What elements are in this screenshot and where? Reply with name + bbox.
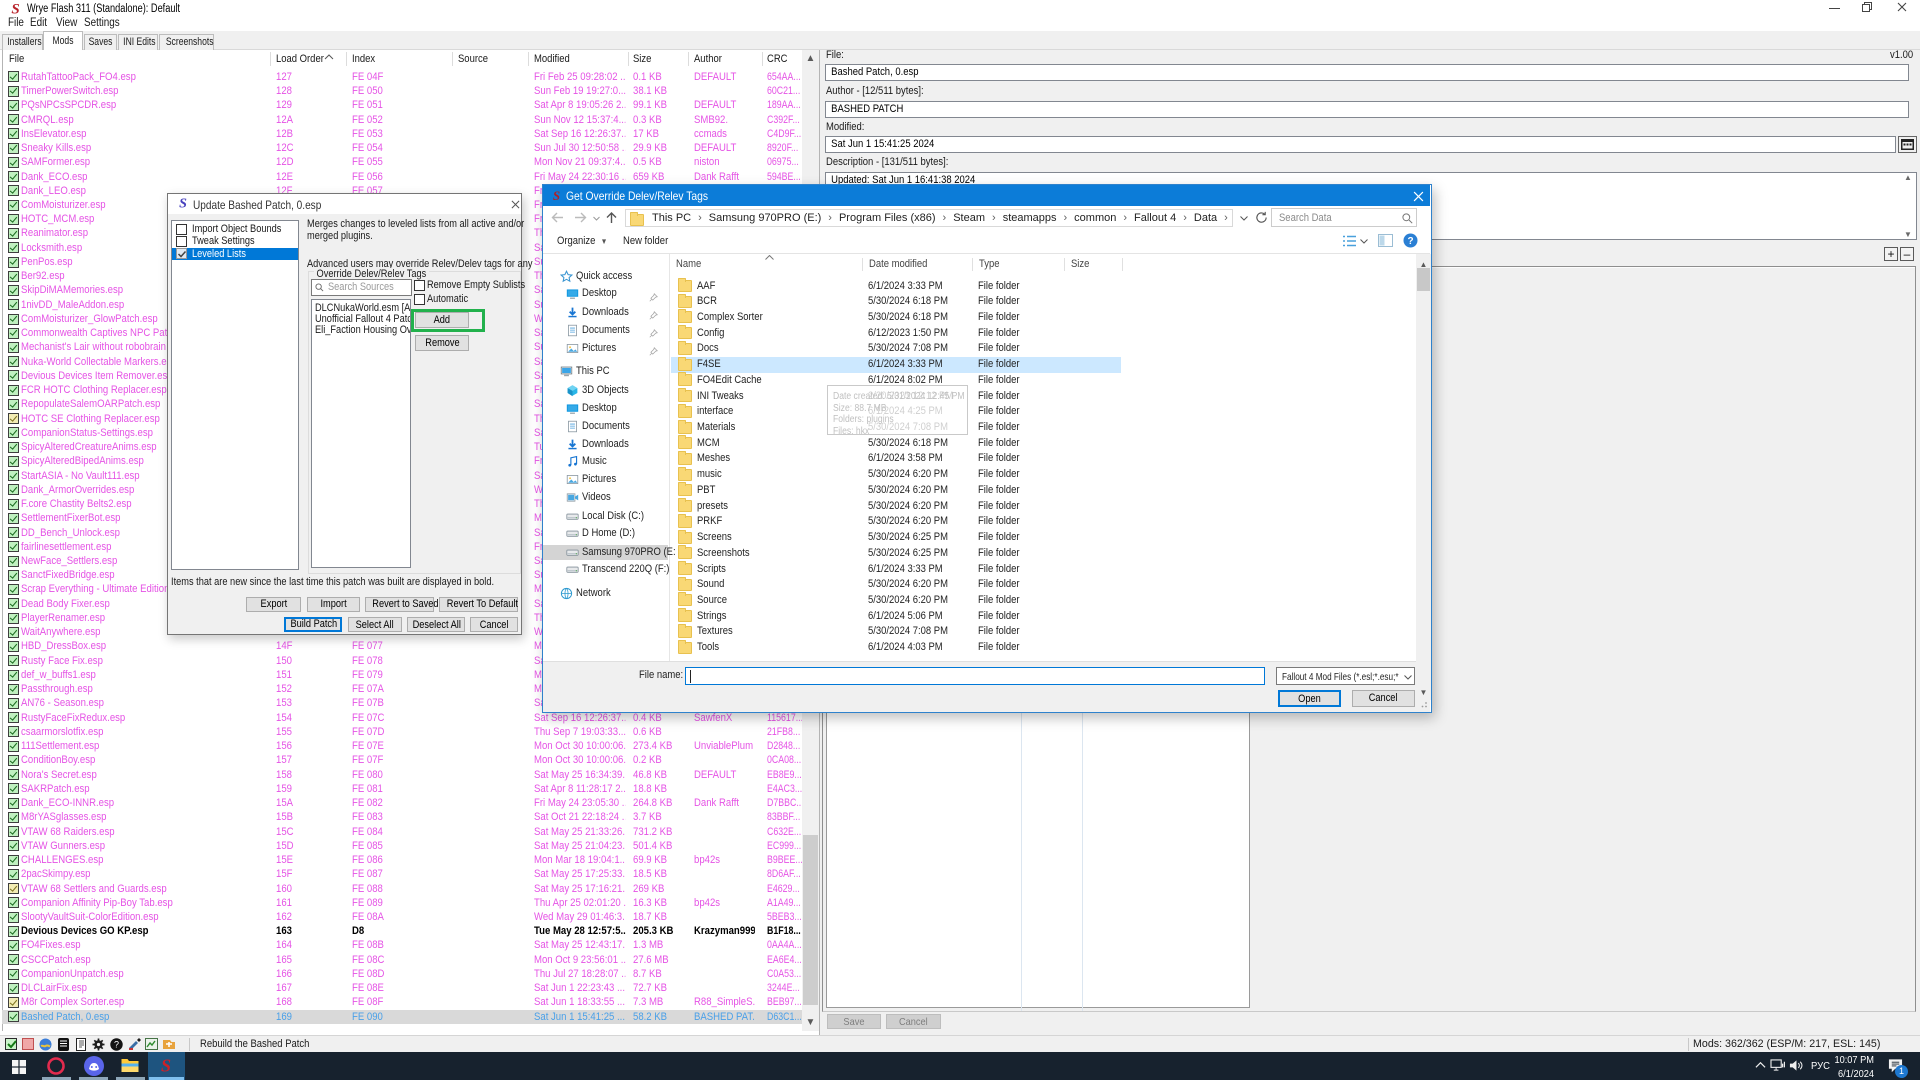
svg-text:?: ?	[1407, 236, 1413, 247]
svg-text:S: S	[11, 1, 19, 17]
svg-text:S: S	[553, 189, 560, 203]
svg-text:S: S	[179, 197, 187, 211]
svg-text:S: S	[161, 1056, 171, 1075]
svg-text:?: ?	[114, 1039, 119, 1049]
